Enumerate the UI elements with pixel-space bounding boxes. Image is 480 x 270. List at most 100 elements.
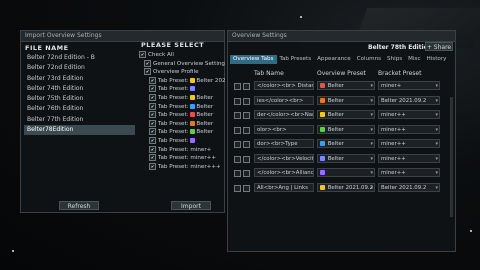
checkbox[interactable]: ✔ [149,76,156,84]
row-checkbox[interactable] [234,141,241,148]
overview-tab-row[interactable]: </color><br>Velocity | Belter miner++ [234,153,454,164]
overview-preset-dropdown[interactable]: Belter 2021.09.2 [317,182,375,192]
tab-name-field[interactable]: olor><br> [254,124,314,134]
bracket-preset-dropdown[interactable]: Belter 2021.09.2 [378,95,440,105]
tab-appearance[interactable]: Appearance [314,55,354,64]
tab-overview-tabs[interactable]: Overview Tabs [230,55,277,64]
checkbox[interactable]: ✔ [149,102,156,110]
refresh-button[interactable]: Refresh [59,201,99,210]
file-list-item[interactable]: Belter 77th Edition [24,115,135,125]
checkbox[interactable]: ✔ [149,162,156,170]
checkbox[interactable]: ✔ [144,59,151,67]
checkbox[interactable]: ✔ [149,136,156,144]
tab-columns[interactable]: Columns [354,55,384,64]
tab-name-field[interactable]: </color><br> Distance [254,81,314,90]
bracket-preset-dropdown[interactable]: miner+ [378,81,440,90]
import-option-row[interactable]: ✔ Tab Preset: Belter [139,111,225,120]
checkbox[interactable]: ✔ [149,85,156,93]
overview-settings-window[interactable]: Overview Settings Belter 78th Edition + … [227,30,456,252]
checkbox[interactable]: ✔ [149,145,156,153]
overview-preset-dropdown[interactable]: Belter [317,95,375,105]
import-option-row[interactable]: ✔ Tab Preset: Belter [139,102,225,112]
import-overview-window[interactable]: Import Overview Settings FILE NAME PLEAS… [20,30,225,213]
import-option-row[interactable]: ✔ Tab Preset: Belter [139,93,225,103]
tab-name-field[interactable]: ies</color><br> [254,95,314,105]
bracket-preset-dropdown[interactable]: miner++ [378,139,440,148]
bracket-preset-dropdown[interactable]: Belter 2021.09.2 [378,182,440,192]
row-checkbox[interactable] [243,141,250,148]
overview-tab-row[interactable]: olor><br> Belter miner++ [234,124,454,135]
row-checkbox[interactable] [234,97,241,105]
overview-preset-dropdown[interactable]: Belter [317,110,375,119]
file-list-item[interactable]: Belter 73rd Edition [24,74,135,84]
checkbox[interactable]: ✔ [149,119,156,127]
scrollbar[interactable] [450,97,453,217]
import-option-row[interactable]: ✔ Check All [139,51,225,60]
overview-preset-dropdown[interactable]: Belter [317,124,375,134]
import-button[interactable]: Import [171,201,211,210]
row-checkbox[interactable] [234,155,241,163]
row-checkbox[interactable] [243,112,250,119]
checkbox[interactable]: ✔ [149,111,156,119]
file-list-item[interactable]: Belter 76th Edition [24,104,135,114]
checkbox[interactable]: ✔ [139,51,146,58]
tab-misc[interactable]: Misc [405,55,423,64]
file-list-item[interactable]: Belter78Edition [24,125,135,136]
import-option-row[interactable]: ✔ Tab Preset: miner++ [139,154,225,163]
tab-name-field[interactable]: der</color><br>Name [254,110,314,119]
overview-preset-dropdown[interactable] [317,168,375,177]
row-checkbox[interactable] [234,184,241,192]
import-option-row[interactable]: ✔ Tab Preset: Belter [139,119,225,129]
checkbox[interactable]: ✔ [149,154,156,162]
row-checkbox[interactable] [243,83,250,90]
overview-preset-dropdown[interactable]: Belter [317,81,375,90]
checkbox[interactable]: ✔ [149,93,156,101]
import-option-row[interactable]: ✔ Tab Preset: miner+++ [139,162,225,172]
bracket-preset-dropdown[interactable]: miner++ [378,124,440,134]
row-checkbox[interactable] [243,97,250,105]
tab-history[interactable]: History [424,55,450,64]
row-checkbox[interactable] [243,126,250,134]
row-checkbox[interactable] [243,170,250,177]
overview-tab-row[interactable]: </color><br>Alliance | miner++ [234,168,454,178]
overview-preset-dropdown[interactable]: Belter [317,153,375,163]
overview-tab-row[interactable]: dor><br>Type Belter miner++ [234,139,454,149]
import-option-row[interactable]: ✔ General Overview Settings [139,59,225,69]
file-list-item[interactable]: Belter 74th Edition [24,84,135,94]
file-list[interactable]: Belter 72nd Edition - B Belter 72nd Editi… [24,53,135,203]
row-checkbox[interactable] [243,184,250,192]
overview-tab-row[interactable]: </color><br> Distance Belter miner+ [234,81,454,91]
row-checkbox[interactable] [243,155,250,163]
import-option-row[interactable]: ✔ Tab Preset: miner+ [139,145,225,155]
tab-name-field[interactable]: All<br>Ang | Links [254,182,314,192]
row-checkbox[interactable] [234,126,241,134]
row-checkbox[interactable] [234,112,241,119]
file-list-item[interactable]: Belter 72nd Edition - B [24,53,135,63]
overview-tab-row[interactable]: ies</color><br> Belter Belter 2021.09.2 [234,95,454,106]
overview-preset-dropdown[interactable]: Belter [317,139,375,148]
checkbox[interactable]: ✔ [144,68,151,76]
overview-tabs[interactable]: Overview Tabs Tab Presets Appearance Column… [230,55,455,64]
bracket-preset-dropdown[interactable]: miner++ [378,153,440,163]
file-list-item[interactable]: Belter 72nd Edition [24,63,135,73]
overview-tab-row[interactable]: All<br>Ang | Links Belter 2021.09.2 Belte… [234,182,454,193]
import-option-row[interactable]: ✔ Tab Preset: [139,85,225,94]
row-checkbox[interactable] [234,83,241,90]
bracket-preset-dropdown[interactable]: miner++ [378,168,440,177]
share-button[interactable]: + Share [425,42,453,51]
row-checkbox[interactable] [234,170,241,177]
import-option-row[interactable]: ✔ Tab Preset: [139,136,225,146]
import-options-list[interactable]: ✔ Check All ✔ General Overview Settings ✔ O… [139,51,225,171]
checkbox[interactable]: ✔ [149,128,156,136]
overview-tab-row[interactable]: der</color><br>Name Belter miner++ [234,110,454,120]
import-option-row[interactable]: ✔ Tab Preset: Belter [139,128,225,137]
tab-name-field[interactable]: dor><br>Type [254,139,314,148]
bracket-preset-dropdown[interactable]: miner++ [378,110,440,119]
file-list-item[interactable]: Belter 75th Edition [24,94,135,104]
tab-tab-presets[interactable]: Tab Presets [277,55,315,64]
tab-name-field[interactable]: </color><br>Alliance | [254,168,314,177]
tab-name-field[interactable]: </color><br>Velocity | [254,153,314,163]
import-option-row[interactable]: ✔Tab Preset: Belter 2021 [139,76,225,86]
import-option-row[interactable]: ✔ Overview Profile [139,68,225,77]
tab-ships[interactable]: Ships [384,55,405,64]
